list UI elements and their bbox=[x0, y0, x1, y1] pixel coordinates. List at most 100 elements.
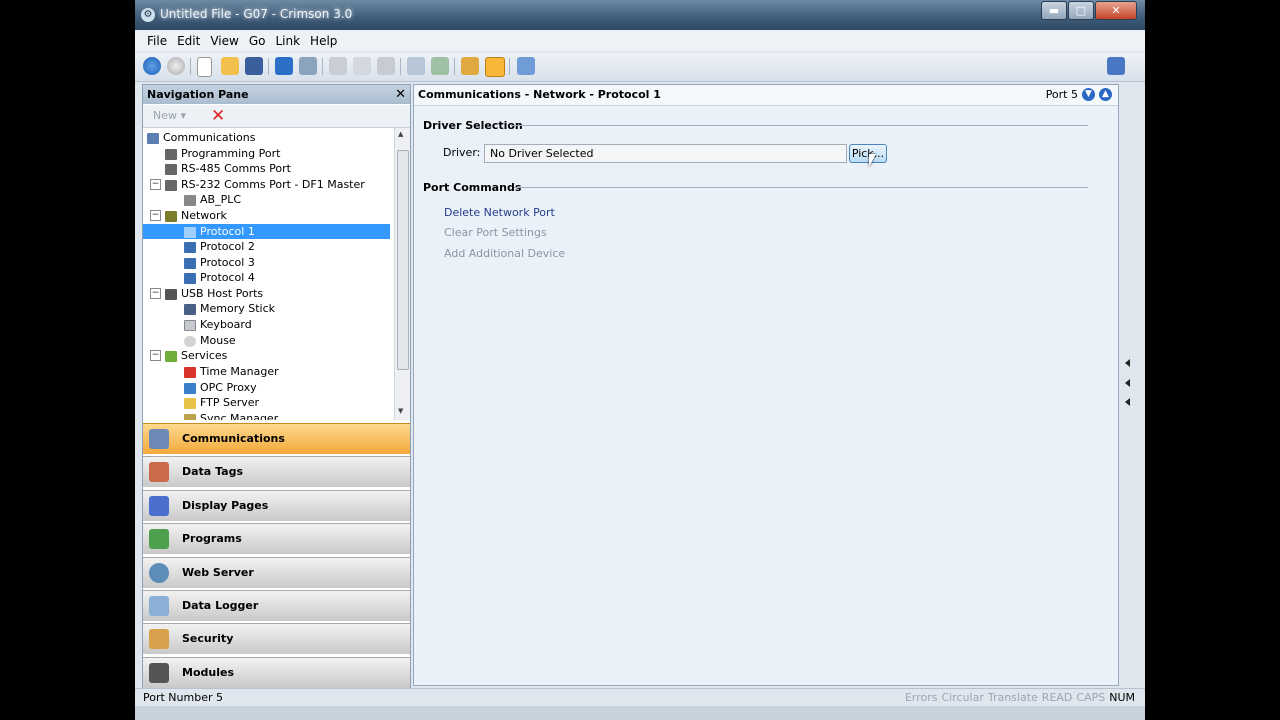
section-divider bbox=[514, 187, 1088, 188]
status-caps: CAPS bbox=[1076, 691, 1106, 704]
open-folder-icon[interactable] bbox=[221, 57, 239, 75]
back-icon[interactable] bbox=[143, 57, 161, 75]
menu-go[interactable]: Go bbox=[249, 34, 266, 48]
navigation-pane-header: Navigation Pane ✕ bbox=[143, 85, 410, 104]
tree-item-time-manager[interactable]: Time Manager bbox=[184, 364, 279, 379]
category-display-pages[interactable]: Display Pages bbox=[143, 489, 410, 521]
minimize-button[interactable]: ▬ bbox=[1041, 1, 1067, 20]
panel-icon[interactable] bbox=[485, 57, 505, 77]
driver-selection-heading: Driver Selection bbox=[423, 119, 523, 132]
menu-edit[interactable]: Edit bbox=[177, 34, 200, 48]
navigation-close-icon[interactable]: ✕ bbox=[395, 85, 406, 104]
menu-link[interactable]: Link bbox=[275, 34, 300, 48]
paste-icon[interactable] bbox=[377, 57, 395, 75]
compile-icon[interactable] bbox=[461, 57, 479, 75]
scroll-down-arrow-icon[interactable]: ▼ bbox=[398, 407, 403, 415]
collapse-arrow-icon[interactable] bbox=[1125, 359, 1130, 367]
expander-rs232[interactable]: − bbox=[150, 179, 161, 190]
tree-item-services[interactable]: Services bbox=[165, 348, 227, 363]
expander-services[interactable]: − bbox=[150, 350, 161, 361]
category-security[interactable]: Security bbox=[143, 623, 410, 655]
undo-icon[interactable] bbox=[275, 57, 293, 75]
copy-icon[interactable] bbox=[353, 57, 371, 75]
save-icon[interactable] bbox=[245, 57, 263, 75]
tree-item-opc-proxy[interactable]: OPC Proxy bbox=[184, 380, 257, 395]
usb-icon bbox=[165, 288, 177, 300]
category-web-server[interactable]: Web Server bbox=[143, 556, 410, 588]
network-icon bbox=[165, 210, 177, 222]
send-icon[interactable] bbox=[517, 57, 535, 75]
category-programs[interactable]: Programs bbox=[143, 523, 410, 555]
tree-item-keyboard[interactable]: Keyboard bbox=[184, 317, 252, 332]
services-icon bbox=[165, 350, 177, 362]
menu-help[interactable]: Help bbox=[310, 34, 337, 48]
add-additional-device-link: Add Additional Device bbox=[444, 247, 566, 260]
tree-item-sync-manager[interactable]: Sync Manager bbox=[184, 411, 278, 420]
port-icon bbox=[165, 148, 177, 160]
status-circular: Circular bbox=[941, 691, 984, 704]
collapse-arrow-icon[interactable] bbox=[1125, 379, 1130, 387]
tree-item-usb-host-ports[interactable]: USB Host Ports bbox=[165, 286, 263, 301]
tree-item-protocol-4[interactable]: Protocol 4 bbox=[184, 270, 255, 285]
tree-item-protocol-2[interactable]: Protocol 2 bbox=[184, 239, 255, 254]
port-icon bbox=[165, 163, 177, 175]
help-icon[interactable] bbox=[1107, 57, 1125, 75]
tree-item-mouse[interactable]: Mouse bbox=[184, 333, 236, 348]
find-next-icon[interactable] bbox=[431, 57, 449, 75]
tree-item-ab-plc[interactable]: AB_PLC bbox=[184, 192, 241, 207]
delete-network-port-link[interactable]: Delete Network Port bbox=[444, 206, 555, 219]
window-controls: ▬ □ ✕ bbox=[1040, 1, 1137, 20]
forward-icon[interactable] bbox=[167, 57, 185, 75]
protocol-icon bbox=[184, 226, 196, 238]
tree-item-programming-port[interactable]: Programming Port bbox=[165, 146, 280, 161]
protocol-icon bbox=[184, 241, 196, 253]
tree-item-network[interactable]: Network bbox=[165, 208, 227, 223]
content-header: Communications - Network - Protocol 1 Po… bbox=[414, 85, 1118, 106]
navigation-toolbar: New ▾ ✕ bbox=[143, 105, 410, 128]
port-down-icon[interactable]: ▼ bbox=[1082, 88, 1095, 101]
tree-scrollbar[interactable]: ▲ ▼ bbox=[394, 128, 410, 420]
category-data-tags[interactable]: Data Tags bbox=[143, 456, 410, 488]
navigation-pane: Navigation Pane ✕ New ▾ ✕ Communications… bbox=[142, 84, 411, 688]
tree-item-rs232-comms-port[interactable]: RS-232 Comms Port - DF1 Master bbox=[165, 177, 365, 192]
scroll-up-arrow-icon[interactable]: ▲ bbox=[398, 130, 403, 138]
cut-icon[interactable] bbox=[329, 57, 347, 75]
expander-usb-host-ports[interactable]: − bbox=[150, 288, 161, 299]
delete-icon[interactable]: ✕ bbox=[211, 105, 225, 127]
menu-view[interactable]: View bbox=[210, 34, 238, 48]
memory-stick-icon bbox=[184, 303, 196, 315]
keyboard-icon bbox=[184, 319, 196, 331]
tree-item-memory-stick[interactable]: Memory Stick bbox=[184, 301, 275, 316]
tree-item-ftp-server[interactable]: FTP Server bbox=[184, 395, 259, 410]
category-modules[interactable]: Modules bbox=[143, 656, 410, 688]
scrollbar-thumb[interactable] bbox=[397, 150, 409, 370]
collapse-arrow-icon[interactable] bbox=[1125, 398, 1130, 406]
clear-port-settings-link: Clear Port Settings bbox=[444, 226, 547, 239]
category-communications[interactable]: Communications bbox=[143, 423, 410, 454]
tree-item-communications[interactable]: Communications bbox=[147, 130, 255, 145]
tree-item-protocol-3[interactable]: Protocol 3 bbox=[184, 255, 255, 270]
port-label: Port 5 bbox=[1045, 88, 1078, 101]
app-icon: ⚙ bbox=[141, 8, 155, 22]
maximize-button[interactable]: □ bbox=[1068, 1, 1094, 20]
menu-file[interactable]: File bbox=[147, 34, 167, 48]
expander-network[interactable]: − bbox=[150, 210, 161, 221]
tree-item-rs485-comms-port[interactable]: RS-485 Comms Port bbox=[165, 161, 291, 176]
port-up-icon[interactable]: ▲ bbox=[1099, 88, 1112, 101]
new-button[interactable]: New ▾ bbox=[153, 109, 186, 122]
programs-icon bbox=[149, 529, 169, 550]
driver-label: Driver: bbox=[443, 146, 481, 159]
tree-item-protocol-1[interactable]: Protocol 1 bbox=[143, 224, 390, 239]
find-icon[interactable] bbox=[407, 57, 425, 75]
content-pane: Communications - Network - Protocol 1 Po… bbox=[413, 84, 1119, 686]
redo-icon[interactable] bbox=[299, 57, 317, 75]
driver-field[interactable]: No Driver Selected bbox=[484, 144, 847, 163]
pick-button[interactable]: Pick... bbox=[849, 144, 887, 163]
window-bottom-border bbox=[135, 706, 1145, 720]
new-file-icon[interactable] bbox=[197, 57, 212, 77]
category-data-logger[interactable]: Data Logger bbox=[143, 589, 410, 621]
category-buttons: Communications Data Tags Display Pages P… bbox=[143, 423, 410, 690]
modules-icon bbox=[149, 662, 169, 683]
title-bar[interactable]: ⚙ Untitled File - G07 - Crimson 3.0 ▬ □ … bbox=[135, 0, 1145, 30]
close-button[interactable]: ✕ bbox=[1095, 1, 1137, 20]
